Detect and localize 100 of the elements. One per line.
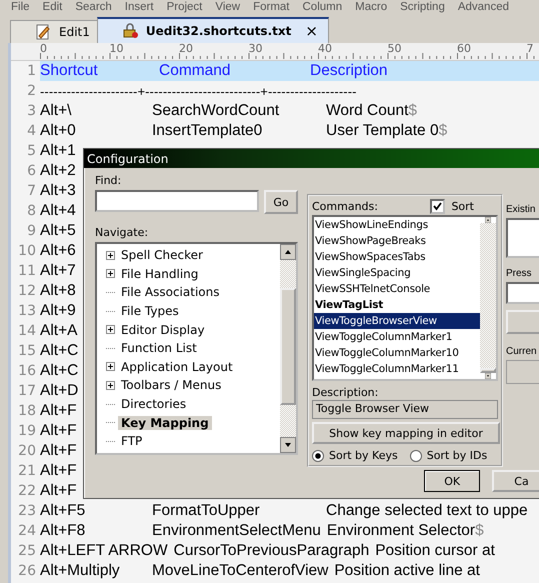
expand-icon[interactable]	[106, 362, 115, 372]
pencil-document-icon	[35, 24, 51, 40]
command-item[interactable]: ViewShowLineEndings	[314, 217, 480, 233]
command-text: InsertTemplate0	[152, 122, 264, 140]
command-item[interactable]: ViewToggleBrowserView	[314, 313, 480, 329]
menu-item[interactable]: Project	[166, 1, 202, 13]
line-number: 6	[26, 163, 37, 179]
description-text: Change selected text to uppe	[326, 502, 528, 520]
shortcut-text: Alt+0	[40, 122, 77, 140]
tree-item[interactable]: FTP	[118, 434, 146, 448]
shortcut-text: Alt+\	[40, 102, 72, 120]
expand-icon[interactable]	[106, 325, 115, 334]
scrollbar[interactable]	[480, 217, 496, 379]
line-number: 7	[26, 183, 37, 199]
command-text: SearchWordCount	[152, 102, 280, 120]
line-number: 22	[17, 483, 37, 499]
shortcut-text: Alt+F	[40, 442, 77, 460]
command-text: MoveLineToCenterofView	[152, 562, 328, 580]
shortcut-text: Alt+C	[40, 362, 78, 380]
current-label: Curren	[506, 346, 538, 357]
tree-item[interactable]: Toolbars / Menus	[118, 378, 224, 392]
scroll-thumb[interactable]	[480, 368, 496, 373]
shortcut-text: Alt+1	[40, 142, 76, 160]
description-text: Position cursor at	[375, 542, 495, 560]
tree-item[interactable]: File Associations	[118, 285, 222, 300]
line-number: 2	[26, 83, 37, 99]
tree-item[interactable]: File Types	[118, 304, 182, 318]
shortcut-text: Alt+D	[40, 382, 78, 400]
menu-item[interactable]: Insert	[124, 1, 154, 13]
command-item[interactable]: ViewTagList	[314, 297, 480, 313]
menu-item[interactable]: Macro	[355, 1, 388, 13]
file-tab[interactable]: Uedit32.shortcuts.txt ×	[96, 17, 329, 43]
description-label: Description:	[312, 386, 380, 399]
command-item[interactable]: ViewShowSpacesTabs	[314, 249, 480, 265]
line-end-mark: $	[438, 122, 448, 140]
shortcut-text: Alt+F	[40, 422, 77, 440]
menu-item[interactable]: Edit	[42, 1, 62, 13]
locked-file-icon	[122, 23, 138, 39]
command-item[interactable]: ViewSingleSpacing	[314, 265, 480, 281]
command-text: EnvironmentSelectMenu	[152, 522, 321, 540]
command-item[interactable]: ViewShowPageBreaks	[314, 233, 480, 249]
go-button[interactable]: Go	[264, 190, 298, 214]
line-number: 24	[17, 523, 37, 539]
line-number: 14	[17, 323, 37, 339]
menu-item[interactable]: Search	[75, 1, 112, 13]
scroll-thumb[interactable]	[280, 288, 296, 405]
sort-checkbox[interactable]	[430, 199, 446, 214]
menu-item[interactable]: View	[215, 1, 240, 13]
header-text: Command	[159, 62, 232, 80]
line-number: 12	[17, 283, 37, 299]
line-number: 9	[26, 223, 37, 239]
ruler-number: 7	[526, 43, 534, 55]
tree-item[interactable]: Directories	[118, 397, 190, 412]
scroll-down-icon[interactable]	[280, 437, 296, 453]
shortcut-text: Alt+4	[40, 202, 76, 220]
close-tab-button[interactable]: ×	[305, 22, 318, 40]
menu-item[interactable]: File	[11, 1, 30, 13]
scroll-up-icon[interactable]	[280, 244, 296, 260]
line-number: 4	[26, 123, 37, 139]
tree-item[interactable]: Application Layout	[118, 360, 236, 374]
radio-button[interactable]	[312, 450, 324, 462]
menu-item[interactable]: Scripting	[400, 1, 445, 13]
ruler-number: 40	[318, 43, 333, 55]
line-number: 11	[17, 263, 37, 279]
line-number: 17	[17, 383, 37, 399]
command-item[interactable]: ViewSSHTelnetConsole	[314, 281, 480, 297]
command-item[interactable]: ViewToggleColumnMarker1	[314, 329, 480, 345]
menu-item[interactable]: Advanced	[458, 1, 509, 13]
description-text: Environment Selector	[326, 522, 476, 540]
cancel-button[interactable]: Ca	[492, 470, 539, 492]
tree-item[interactable]: Spell Checker	[118, 248, 206, 262]
tree-item[interactable]: Function List	[118, 341, 200, 356]
scrollbar[interactable]	[280, 244, 296, 453]
command-item[interactable]: ViewToggleColumnMarker10	[314, 345, 480, 361]
tab-label: Edit1	[59, 25, 90, 39]
ok-button[interactable]: OK	[424, 470, 480, 492]
tree-item[interactable]: Key Mapping	[118, 416, 212, 430]
command-text: FormatToUpper	[152, 502, 261, 520]
find-field[interactable]	[95, 190, 259, 212]
line-end-mark: $	[475, 522, 484, 540]
tree-item[interactable]: File Handling	[118, 266, 202, 281]
tree-item[interactable]: Editor Display	[118, 322, 208, 337]
line-number: 16	[17, 363, 37, 379]
command-item[interactable]: ViewToggleColumnMarker11	[314, 361, 480, 377]
expand-icon[interactable]	[106, 269, 115, 278]
line-number: 26	[17, 563, 37, 579]
line-number: 23	[17, 503, 37, 519]
sort-label: Sort	[451, 200, 474, 213]
radio-button[interactable]	[410, 450, 422, 462]
expand-icon[interactable]	[106, 250, 115, 260]
shortcut-text: Alt+F	[40, 462, 77, 480]
description-text: Word Count	[326, 102, 408, 120]
press-label: Press	[506, 268, 533, 279]
shortcut-text: Alt+8	[40, 282, 76, 300]
shortcut-text: Alt+A	[40, 322, 78, 340]
line-number: 21	[17, 463, 37, 479]
menu-item[interactable]: Format	[253, 1, 290, 13]
show-key-mapping-button[interactable]: Show key mapping in editor	[312, 422, 500, 444]
menu-item[interactable]: Column	[302, 1, 342, 13]
expand-icon[interactable]	[106, 380, 115, 390]
